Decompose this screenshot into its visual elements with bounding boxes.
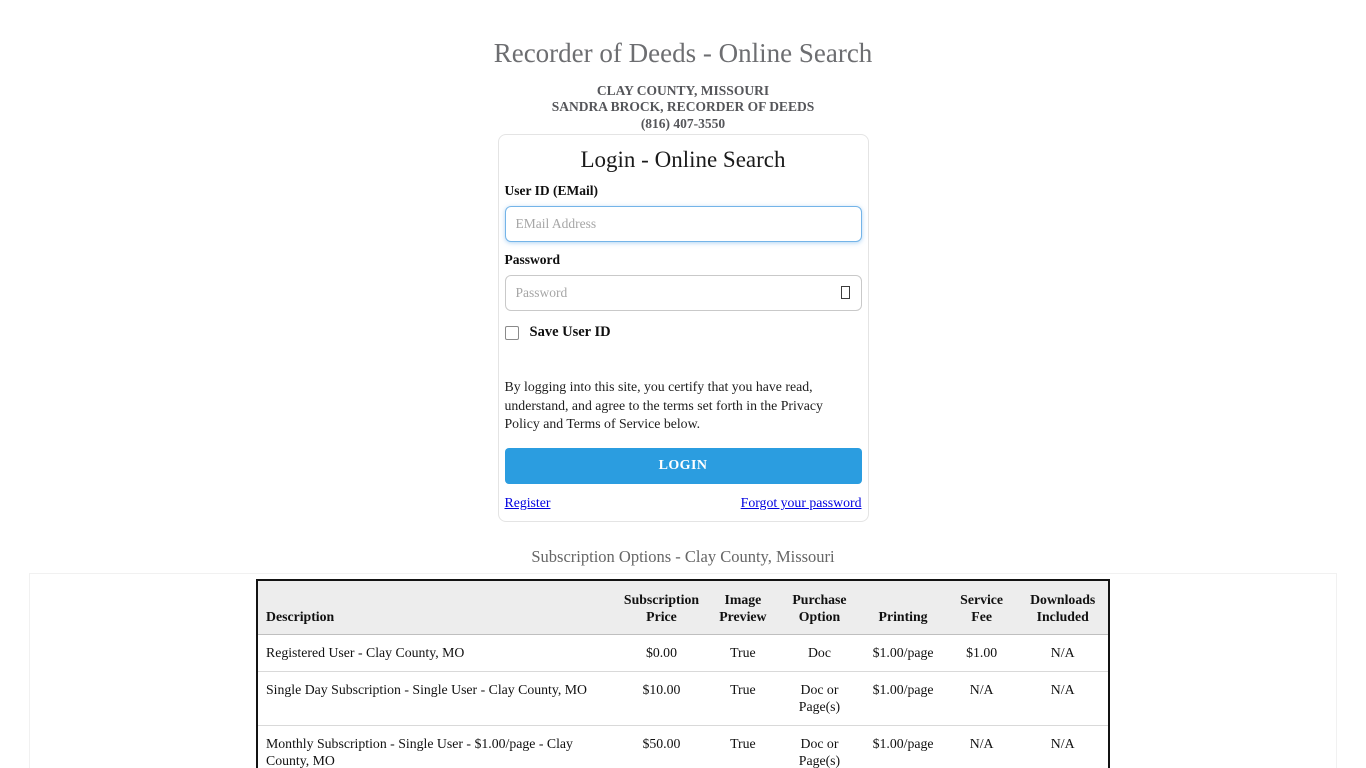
cell-description: Registered User - Clay County, MO xyxy=(257,635,616,672)
cell-downloads-included: N/A xyxy=(1017,635,1109,672)
save-user-id-row: Save User ID xyxy=(505,324,862,341)
save-user-id-label: Save User ID xyxy=(530,324,611,341)
subscription-table-body: Registered User - Clay County, MO $0.00 … xyxy=(257,635,1109,768)
subscription-table-header: Description Subscription Price Image Pre… xyxy=(257,580,1109,635)
table-row: Monthly Subscription - Single User - $1.… xyxy=(257,725,1109,768)
column-header-subscription-price: Subscription Price xyxy=(616,580,707,635)
page-title: Recorder of Deeds - Online Search xyxy=(0,38,1366,69)
cell-subscription-price: $50.00 xyxy=(616,725,707,768)
password-reveal-icon[interactable] xyxy=(841,286,850,299)
cell-purchase-option: Doc or Page(s) xyxy=(779,725,861,768)
county-info-block: CLAY COUNTY, MISSOURI SANDRA BROCK, RECO… xyxy=(0,83,1366,132)
cell-printing: $1.00/page xyxy=(860,635,946,672)
column-header-purchase-option: Purchase Option xyxy=(779,580,861,635)
save-user-id-checkbox[interactable] xyxy=(505,326,519,340)
forgot-password-link[interactable]: Forgot your password xyxy=(741,495,862,511)
column-header-service-fee: Service Fee xyxy=(946,580,1017,635)
recorder-name: SANDRA BROCK, RECORDER OF DEEDS xyxy=(0,99,1366,115)
column-header-description: Description xyxy=(257,580,616,635)
cell-image-preview: True xyxy=(707,725,779,768)
register-link[interactable]: Register xyxy=(505,495,551,511)
column-header-printing: Printing xyxy=(860,580,946,635)
column-header-downloads-included: Downloads Included xyxy=(1017,580,1109,635)
subscription-options-title: Subscription Options - Clay County, Miss… xyxy=(0,547,1366,567)
login-card: Login - Online Search User ID (EMail) Pa… xyxy=(498,134,869,522)
cell-subscription-price: $0.00 xyxy=(616,635,707,672)
user-id-input[interactable] xyxy=(505,206,862,242)
cell-image-preview: True xyxy=(707,671,779,725)
table-row: Single Day Subscription - Single User - … xyxy=(257,671,1109,725)
password-field-wrapper xyxy=(505,275,862,311)
cell-image-preview: True xyxy=(707,635,779,672)
terms-text: By logging into this site, you certify t… xyxy=(505,378,862,434)
password-label: Password xyxy=(505,252,862,268)
cell-description: Monthly Subscription - Single User - $1.… xyxy=(257,725,616,768)
column-header-image-preview: Image Preview xyxy=(707,580,779,635)
login-button[interactable]: LOGIN xyxy=(505,448,862,484)
user-id-label: User ID (EMail) xyxy=(505,183,862,199)
subscription-table: Description Subscription Price Image Pre… xyxy=(256,579,1110,768)
cell-printing: $1.00/page xyxy=(860,725,946,768)
table-row: Registered User - Clay County, MO $0.00 … xyxy=(257,635,1109,672)
cell-description: Single Day Subscription - Single User - … xyxy=(257,671,616,725)
county-name: CLAY COUNTY, MISSOURI xyxy=(0,83,1366,99)
cell-purchase-option: Doc xyxy=(779,635,861,672)
cell-downloads-included: N/A xyxy=(1017,671,1109,725)
cell-service-fee: N/A xyxy=(946,671,1017,725)
cell-downloads-included: N/A xyxy=(1017,725,1109,768)
cell-service-fee: $1.00 xyxy=(946,635,1017,672)
links-row: Register Forgot your password xyxy=(505,495,862,513)
subscription-panel: Description Subscription Price Image Pre… xyxy=(29,573,1337,768)
cell-subscription-price: $10.00 xyxy=(616,671,707,725)
password-input[interactable] xyxy=(505,275,862,311)
phone-number: (816) 407-3550 xyxy=(0,116,1366,132)
cell-purchase-option: Doc or Page(s) xyxy=(779,671,861,725)
header-row: Description Subscription Price Image Pre… xyxy=(257,580,1109,635)
login-title: Login - Online Search xyxy=(505,146,862,173)
cell-service-fee: N/A xyxy=(946,725,1017,768)
cell-printing: $1.00/page xyxy=(860,671,946,725)
